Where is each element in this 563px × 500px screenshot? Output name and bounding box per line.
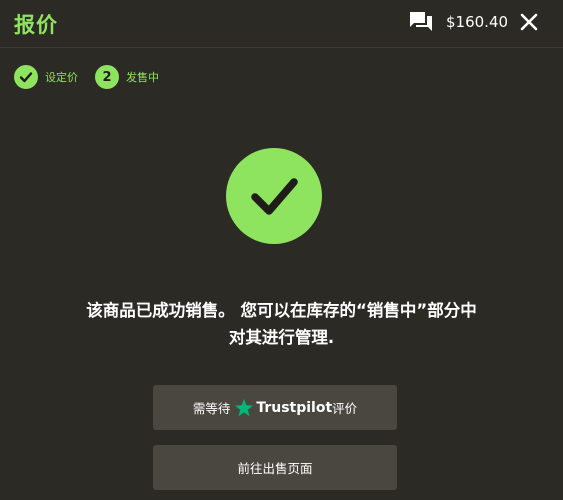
step-set-price: 设定价 (14, 64, 78, 90)
step-label-on-sale: 发售中 (126, 71, 159, 84)
step-on-sale: 2 发售中 (95, 64, 159, 90)
success-message-line2: 对其进行管理. (228, 328, 335, 347)
trustpilot-review-button[interactable]: 需等待 Trustpilot 评价 (153, 385, 397, 430)
review-suffix: 评价 (332, 401, 358, 416)
header-bar: 报价 $160.40 (0, 0, 563, 48)
step-label-set-price: 设定价 (45, 71, 78, 84)
chat-bubbles-icon[interactable] (408, 10, 434, 34)
go-to-sales-page-button[interactable]: 前往出售页面 (153, 445, 397, 490)
trustpilot-brand: Trustpilot (256, 399, 333, 416)
review-prefix: 需等待 (192, 401, 231, 416)
step-number: 2 (95, 65, 119, 89)
success-message-line1: 该商品已成功销售。 您可以在库存的“销售中”部分中 (86, 301, 477, 320)
balance-amount: $160.40 (446, 13, 509, 31)
success-message: 该商品已成功销售。 您可以在库存的“销售中”部分中 对其进行管理. (60, 297, 503, 351)
check-circle-icon (226, 148, 322, 244)
page-title: 报价 (14, 13, 58, 37)
step-complete-check-icon (14, 65, 38, 89)
close-icon[interactable] (519, 12, 539, 32)
trustpilot-star-icon (235, 398, 254, 416)
progress-steps: 设定价 2 发售中 (14, 64, 314, 92)
